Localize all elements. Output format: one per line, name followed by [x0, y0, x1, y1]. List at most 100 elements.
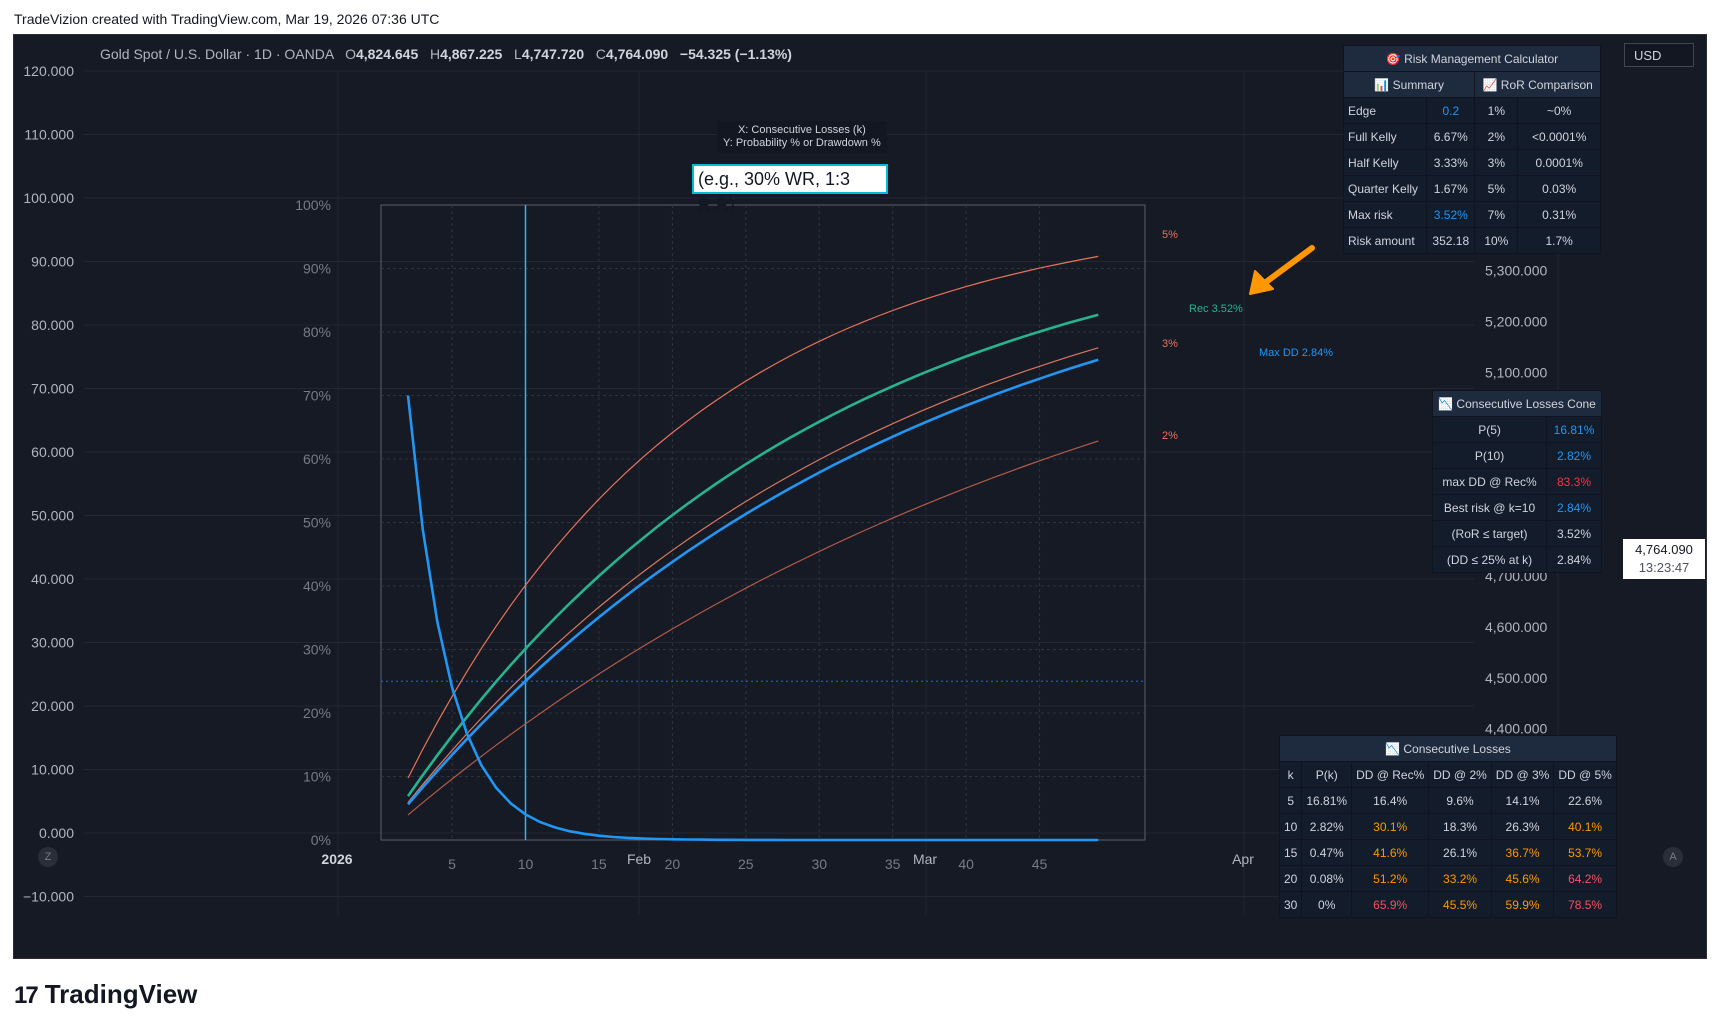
consec-row: 10 2.82% 30.1% 18.3% 26.3% 40.1%	[1278, 813, 1617, 840]
risk-label: Max risk	[1342, 201, 1428, 228]
consec-cell: 26.3%	[1490, 813, 1555, 840]
ror-value: ~0%	[1517, 97, 1601, 124]
time-axis-label: Apr	[1232, 851, 1254, 867]
x-tick-label: 40	[958, 856, 974, 872]
risk-calc-row: Half Kelly 3.33% 3% 0.0001%	[1342, 149, 1601, 176]
drawdown-curve	[407, 358, 1099, 806]
consec-cell: 15	[1278, 839, 1303, 866]
consec-cell: 33.2%	[1428, 865, 1492, 892]
consec-cell: 5	[1278, 787, 1303, 814]
consec-cell: 18.3%	[1428, 813, 1492, 840]
consec-cell: 40.1%	[1553, 813, 1617, 840]
x-tick-label: 45	[1032, 856, 1048, 872]
ror-risk: 2%	[1474, 123, 1519, 150]
left-axis-label: 40.000	[31, 571, 74, 587]
consec-cell: 59.9%	[1490, 891, 1555, 918]
label-2pct: 2%	[1162, 430, 1178, 442]
risk-value: 352.18	[1426, 227, 1476, 254]
rec-risk-label: Rec 3.52%	[1189, 303, 1243, 315]
risk-value: 1.67%	[1426, 175, 1476, 202]
currency-button[interactable]: USD	[1624, 43, 1694, 67]
left-axis-label: 50.000	[31, 508, 74, 524]
drawdown-curve	[406, 313, 1099, 797]
cone-row: max DD @ Rec% 83.3%	[1431, 468, 1602, 495]
risk-label: Quarter Kelly	[1342, 175, 1428, 202]
cone-value: 2.84%	[1546, 494, 1602, 521]
left-axis-label: 120.000	[23, 63, 74, 79]
cone-value: 83.3%	[1546, 468, 1602, 495]
right-axis-label: 5,300.000	[1485, 263, 1547, 279]
consec-cell: 65.9%	[1351, 891, 1430, 918]
consec-row: 15 0.47% 41.6% 26.1% 36.7% 53.7%	[1278, 839, 1617, 866]
x-tick-label: 30	[811, 856, 827, 872]
time-axis-label: 2026	[321, 851, 352, 867]
left-axis-label: 30.000	[31, 635, 74, 651]
left-axis-label: 20.000	[31, 698, 74, 714]
tradingview-logo[interactable]: 17 TradingView	[14, 979, 197, 1010]
ror-value: 1.7%	[1517, 227, 1601, 254]
consec-cell: 64.2%	[1553, 865, 1617, 892]
consec-cell: 0.47%	[1301, 839, 1353, 866]
cone-value: 2.84%	[1546, 546, 1602, 573]
auto-scale-left-button[interactable]: Z	[38, 847, 58, 867]
left-axis-label: 70.000	[31, 381, 74, 397]
ror-risk: 7%	[1474, 201, 1519, 228]
consec-header-cell: DD @ 2%	[1428, 761, 1492, 788]
cone-label: P(10)	[1431, 442, 1548, 469]
plot-title: X: Consecutive Losses (k) Y: Probability…	[717, 121, 887, 153]
auto-scale-right-button[interactable]: A	[1663, 847, 1683, 867]
y-tick-label: 80%	[303, 324, 331, 340]
chart-pane[interactable]: Gold Spot / U.S. Dollar · 1D · OANDA O4,…	[13, 34, 1707, 959]
y-tick-label: 0%	[311, 832, 331, 848]
left-axis-label: 0.000	[39, 825, 74, 841]
chart-caption: TradeVizion created with TradingView.com…	[14, 11, 440, 27]
left-axis-label: 90.000	[31, 254, 74, 270]
risk-calc-row: Edge 0.2 1% ~0%	[1342, 97, 1601, 124]
cone-label: P(5)	[1431, 416, 1548, 443]
cone-value: 2.82%	[1546, 442, 1602, 469]
probability-curve	[406, 395, 1099, 842]
risk-calculator-table: 🎯 Risk Management Calculator 📊 Summary 📈…	[1342, 45, 1601, 254]
risk-label: Risk amount	[1342, 227, 1428, 254]
label-3pct: 3%	[1162, 338, 1178, 350]
consec-header-cell: P(k)	[1301, 761, 1353, 788]
consec-cell: 45.6%	[1490, 865, 1555, 892]
risk-calculator-title: 🎯 Risk Management Calculator	[1343, 45, 1601, 72]
risk-value: 3.33%	[1426, 149, 1476, 176]
time-axis-label: Mar	[913, 851, 937, 867]
cone-label: max DD @ Rec%	[1431, 468, 1548, 495]
left-axis-label: 100.000	[23, 190, 74, 206]
left-axis-label: −10.000	[23, 889, 74, 905]
x-tick-label: 35	[885, 856, 901, 872]
ror-value: 0.03%	[1517, 175, 1601, 202]
y-tick-label: 90%	[303, 261, 331, 277]
last-price-value: 4,764.090	[1635, 542, 1693, 557]
right-axis-label: 5,200.000	[1485, 314, 1547, 330]
consec-cell: 41.6%	[1351, 839, 1430, 866]
risk-value: 3.52%	[1426, 201, 1476, 228]
y-tick-label: 10%	[303, 769, 331, 785]
in-chart-plot: 5 10 15 20 25 30 35 40 45100%90%80%70%60%50%40%3…	[295, 197, 1333, 872]
ror-value: <0.0001%	[1517, 123, 1601, 150]
right-axis-label: 5,100.000	[1485, 364, 1547, 380]
consec-header-cell: DD @ 5%	[1553, 761, 1617, 788]
consec-header-cell: DD @ 3%	[1490, 761, 1555, 788]
consec-cell: 9.6%	[1428, 787, 1492, 814]
cone-row: P(5) 16.81%	[1431, 416, 1602, 443]
consec-cell: 0.08%	[1301, 865, 1353, 892]
consec-cell: 2.82%	[1301, 813, 1353, 840]
ror-risk: 3%	[1474, 149, 1519, 176]
cone-row: (DD ≤ 25% at k) 2.84%	[1431, 546, 1602, 573]
consec-cell: 10	[1278, 813, 1303, 840]
plot-title-line1: X: Consecutive Losses (k)	[737, 124, 866, 136]
consec-cell: 20	[1278, 865, 1303, 892]
left-axis-label: 80.000	[31, 317, 74, 333]
cone-label: Best risk @ k=10	[1431, 494, 1548, 521]
cone-title: 📉 Consecutive Losses Cone	[1432, 390, 1602, 417]
ror-risk: 10%	[1474, 227, 1519, 254]
y-tick-label: 50%	[303, 515, 331, 531]
ror-risk: 1%	[1474, 97, 1519, 124]
consec-cell: 26.1%	[1428, 839, 1492, 866]
summary-header: 📊 Summary	[1342, 71, 1476, 98]
y-tick-label: 100%	[295, 197, 331, 213]
